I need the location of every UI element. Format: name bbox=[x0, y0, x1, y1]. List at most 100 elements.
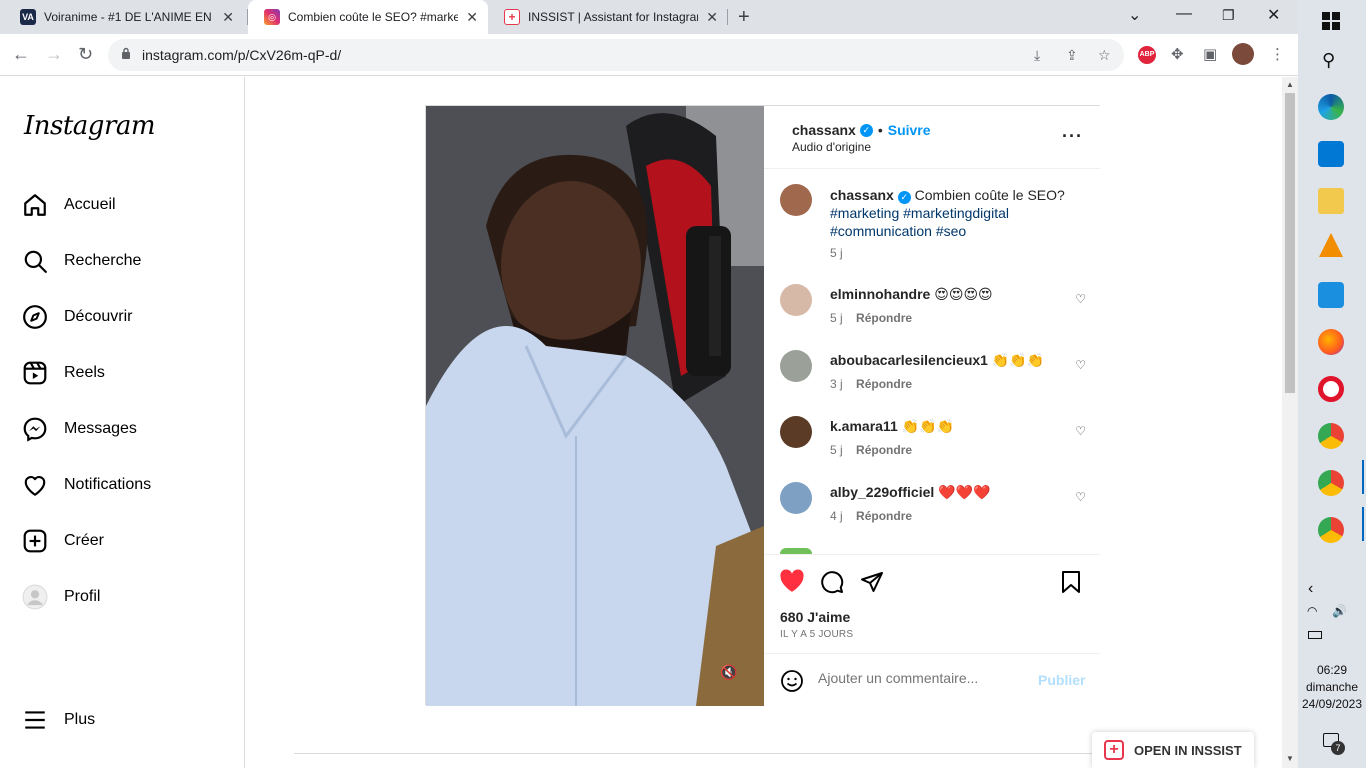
clock-time[interactable]: 06:29 bbox=[1298, 663, 1366, 677]
vlc-icon[interactable] bbox=[1319, 233, 1343, 257]
caption-username[interactable]: chassanx bbox=[830, 187, 894, 203]
install-app-icon[interactable]: ⤓ bbox=[1034, 47, 1040, 64]
extensions-puzzle-icon[interactable]: ✥ bbox=[1171, 45, 1184, 63]
comment-body: 😍😍😍😍 bbox=[934, 286, 993, 302]
file-explorer-icon[interactable] bbox=[1318, 188, 1344, 214]
post-timestamp[interactable]: IL Y A 5 JOURS bbox=[780, 629, 853, 640]
reload-icon[interactable]: ↻ bbox=[78, 44, 93, 65]
audio-label[interactable]: Audio d'origine bbox=[792, 140, 871, 154]
clock-day[interactable]: dimanche bbox=[1298, 680, 1366, 694]
sidebar-item-creer[interactable]: Créer bbox=[22, 521, 104, 561]
sidebar-item-profil[interactable]: Profil bbox=[22, 577, 100, 617]
sidebar-item-plus[interactable]: Plus bbox=[22, 700, 95, 740]
battery-icon[interactable] bbox=[1308, 631, 1322, 639]
profile-avatar-icon[interactable] bbox=[1232, 43, 1254, 65]
close-window-icon[interactable]: ✕ bbox=[1267, 5, 1280, 25]
windows-taskbar: ⚲ ‹ ◠ 🔊 06:29 dimanche 24/09/2023 7 bbox=[1298, 0, 1366, 768]
publish-button[interactable]: Publier bbox=[1038, 672, 1085, 688]
post-video[interactable]: 🔇 bbox=[426, 106, 764, 706]
address-bar[interactable]: instagram.com/p/CxV26m-qP-d/ ⤓ ⇪ ☆ bbox=[108, 39, 1124, 71]
page-scrollbar[interactable]: ▲ ▼ bbox=[1282, 77, 1298, 768]
restore-icon[interactable]: ❐ bbox=[1222, 7, 1235, 24]
commenter-avatar[interactable] bbox=[780, 416, 812, 448]
sidebar-item-decouvrir[interactable]: Découvrir bbox=[22, 297, 132, 337]
open-in-inssist-button[interactable]: + OPEN IN INSSIST bbox=[1092, 732, 1254, 768]
tab-voiranime[interactable]: VA Voiranime - #1 DE L'ANIME EN F ✕ bbox=[4, 0, 244, 34]
bookmark-star-icon[interactable]: ☆ bbox=[1098, 47, 1111, 64]
sidebar-item-label: Créer bbox=[64, 532, 105, 549]
comment-username[interactable]: alby_229officiel bbox=[830, 484, 934, 500]
comment-username[interactable]: elminnohandre bbox=[830, 286, 930, 302]
comment-like-heart-icon[interactable]: ♡ bbox=[1075, 424, 1086, 438]
reply-button[interactable]: Répondre bbox=[856, 377, 912, 391]
volume-icon[interactable]: 🔊 bbox=[1332, 604, 1347, 618]
mute-icon[interactable]: 🔇 bbox=[720, 664, 737, 681]
mail-icon[interactable] bbox=[1318, 282, 1344, 308]
chrome-profile-icon[interactable] bbox=[1318, 470, 1344, 496]
scroll-down-arrow-icon[interactable]: ▼ bbox=[1286, 754, 1294, 763]
instagram-logo[interactable]: Instagram bbox=[24, 111, 156, 141]
sidebar-item-messages[interactable]: Messages bbox=[22, 409, 137, 449]
chevron-left-icon[interactable]: ‹ bbox=[1308, 580, 1313, 598]
edge-icon[interactable] bbox=[1318, 94, 1344, 120]
clock-date[interactable]: 24/09/2023 bbox=[1298, 697, 1366, 711]
close-tab-icon[interactable]: ✕ bbox=[706, 9, 718, 26]
menu-kebab-icon[interactable]: ⋮ bbox=[1270, 45, 1285, 63]
comment-like-heart-icon[interactable]: ♡ bbox=[1075, 358, 1086, 372]
close-tab-icon[interactable]: ✕ bbox=[466, 9, 478, 26]
save-bookmark-icon[interactable] bbox=[1060, 570, 1082, 594]
plus-square-icon bbox=[23, 529, 47, 553]
reply-button[interactable]: Répondre bbox=[856, 311, 912, 325]
commenter-avatar[interactable] bbox=[780, 284, 812, 316]
tab-search-chevron-icon[interactable]: ⌄ bbox=[1128, 5, 1141, 25]
close-tab-icon[interactable]: ✕ bbox=[222, 9, 234, 26]
reply-button[interactable]: Répondre bbox=[856, 509, 912, 523]
sidebar-item-reels[interactable]: Reels bbox=[22, 353, 105, 393]
likes-count[interactable]: 680 J'aime bbox=[780, 609, 850, 625]
follow-button[interactable]: Suivre bbox=[888, 122, 931, 138]
store-icon[interactable] bbox=[1318, 141, 1344, 167]
tab-instagram[interactable]: ◎ Combien coûte le SEO? #market ✕ bbox=[248, 0, 488, 34]
windows-start-icon[interactable] bbox=[1322, 12, 1340, 30]
chrome-profile-icon[interactable] bbox=[1318, 517, 1344, 543]
more-options-icon[interactable]: ··· bbox=[1062, 126, 1083, 147]
commenter-avatar[interactable] bbox=[780, 350, 812, 382]
comment-bubble-icon[interactable] bbox=[820, 570, 844, 594]
like-heart-filled-icon[interactable] bbox=[779, 569, 805, 593]
chrome-icon[interactable] bbox=[1318, 423, 1344, 449]
caption-hashtags[interactable]: #communication #seo bbox=[830, 223, 966, 239]
share-paper-plane-icon[interactable] bbox=[860, 570, 884, 594]
firefox-icon[interactable] bbox=[1318, 329, 1344, 355]
commenter-avatar[interactable] bbox=[780, 482, 812, 514]
reply-button[interactable]: Répondre bbox=[856, 443, 912, 457]
scroll-up-arrow-icon[interactable]: ▲ bbox=[1286, 80, 1294, 89]
opera-icon[interactable] bbox=[1318, 376, 1344, 402]
messenger-icon bbox=[23, 417, 47, 442]
comment-text: elminnohandre 😍😍😍😍 bbox=[830, 286, 993, 303]
back-arrow-icon[interactable]: ← bbox=[12, 44, 30, 65]
tab-inssist[interactable]: + INSSIST | Assistant for Instagram ✕ bbox=[488, 0, 728, 34]
comment-like-heart-icon[interactable]: ♡ bbox=[1075, 490, 1086, 504]
minimize-icon[interactable]: — bbox=[1176, 5, 1192, 23]
comment-username[interactable]: aboubacarlesilencieux1 bbox=[830, 352, 988, 368]
share-icon[interactable]: ⇪ bbox=[1066, 47, 1078, 64]
comment-input[interactable] bbox=[818, 670, 1018, 686]
new-tab-plus-icon[interactable]: + bbox=[738, 6, 750, 29]
caption-hashtags[interactable]: #marketing #marketingdigital bbox=[830, 205, 1009, 221]
author-avatar[interactable] bbox=[780, 184, 812, 216]
post-author-username[interactable]: chassanx bbox=[792, 122, 856, 138]
sidebar-item-recherche[interactable]: Recherche bbox=[22, 241, 141, 281]
notification-count-badge: 7 bbox=[1331, 741, 1345, 755]
comment-username[interactable]: k.amara11 bbox=[830, 418, 898, 434]
forward-arrow-icon[interactable]: → bbox=[45, 44, 63, 65]
sidebar-item-notifications[interactable]: Notifications bbox=[22, 465, 151, 505]
side-panel-icon[interactable]: ▣ bbox=[1203, 45, 1217, 63]
wifi-icon[interactable]: ◠ bbox=[1307, 604, 1317, 618]
comment-like-heart-icon[interactable]: ♡ bbox=[1075, 292, 1086, 306]
adblock-icon[interactable]: ABP bbox=[1138, 46, 1156, 64]
sidebar-item-accueil[interactable]: Accueil bbox=[22, 185, 116, 225]
emoji-smiley-icon[interactable] bbox=[780, 669, 804, 693]
scrollbar-thumb[interactable] bbox=[1285, 93, 1295, 393]
search-icon[interactable]: ⚲ bbox=[1322, 50, 1335, 71]
heart-icon bbox=[24, 475, 46, 496]
